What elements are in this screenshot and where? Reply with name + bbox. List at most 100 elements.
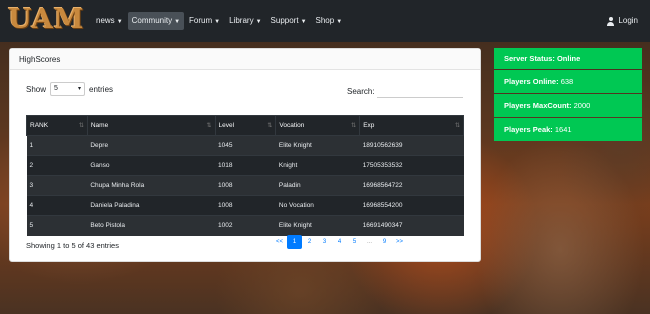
nav-item-community[interactable]: Community ▼ — [127, 12, 185, 30]
table-info: Showing 1 to 5 of 43 entries — [26, 241, 119, 250]
table-row: 5 Beto Pistola 1002 Elite Knight 1669149… — [26, 215, 464, 236]
page-button-1[interactable]: 1 — [287, 235, 302, 249]
column-label: RANK — [30, 122, 49, 129]
cell-rank: 3 — [26, 175, 88, 196]
column-label: Name — [90, 122, 109, 129]
players-peak-label: Players Peak: — [504, 125, 553, 134]
cell-level: 1018 — [215, 155, 276, 176]
cell-vocation: No Vocation — [275, 195, 360, 216]
players-online-label: Players Online: — [504, 77, 559, 86]
players-online-item: Players Online: 638 — [494, 70, 642, 93]
entries-control: Show 5 ▾ entries — [26, 82, 113, 96]
cell-exp: 16968564722 — [359, 175, 464, 196]
cell-level: 1008 — [215, 195, 276, 216]
cell-vocation: Paladin — [275, 175, 360, 196]
cell-vocation: Elite Knight — [275, 215, 360, 236]
cell-rank: 2 — [26, 155, 88, 176]
cell-level: 1045 — [215, 135, 276, 156]
highscores-table: RANK ⇅ Name ⇅ Level ⇅ Vocation ⇅ Exp ⇅ 1 Depr… — [26, 115, 464, 236]
status-value: Online — [556, 54, 581, 63]
cell-name[interactable]: Depre — [87, 135, 216, 156]
cell-rank: 5 — [26, 215, 88, 236]
cell-name[interactable]: Daniela Paladina — [87, 195, 216, 216]
search-label: Search: — [347, 86, 375, 96]
server-status-item: Server Status: Online — [494, 48, 642, 69]
entries-value: 5 — [54, 85, 58, 92]
cell-exp: 16968554200 — [359, 195, 464, 216]
chevron-down-icon: ▾ — [78, 86, 82, 92]
highscores-card: HighScores Show 5 ▾ entries Search: RANK… — [9, 48, 481, 262]
players-maxcount-item: Players MaxCount: 2000 — [494, 94, 642, 117]
cell-name[interactable]: Beto Pistola — [87, 215, 216, 236]
page-button-9[interactable]: 9 — [377, 235, 392, 249]
page-button-2[interactable]: 2 — [302, 235, 317, 249]
column-header-exp[interactable]: Exp ⇅ — [359, 115, 464, 136]
page-button-3[interactable]: 3 — [317, 235, 332, 249]
sort-icon: ⇅ — [206, 123, 212, 129]
page-last-button[interactable]: >> — [392, 235, 407, 249]
caret-down-icon: ▼ — [116, 19, 123, 25]
status-label: Server Status: — [504, 54, 555, 63]
sort-icon: ⇅ — [267, 123, 273, 129]
players-maxcount-value: 2000 — [573, 101, 591, 110]
server-status-panel: Server Status: Online Players Online: 63… — [494, 48, 642, 142]
cell-level: 1008 — [215, 175, 276, 196]
nav-label: Forum — [189, 16, 213, 25]
table-header-row: RANK ⇅ Name ⇅ Level ⇅ Vocation ⇅ Exp ⇅ — [26, 115, 464, 136]
sort-icon: ⇅ — [351, 123, 357, 129]
site-logo[interactable]: UAM — [8, 5, 85, 35]
column-header-rank[interactable]: RANK ⇅ — [26, 115, 88, 136]
cell-vocation: Elite Knight — [275, 135, 360, 156]
nav-label: Library — [229, 16, 254, 25]
column-label: Exp — [363, 122, 375, 129]
page-button-5[interactable]: 5 — [347, 235, 362, 249]
cell-vocation: Knight — [275, 155, 360, 176]
table-row: 1 Depre 1045 Elite Knight 18910562639 — [26, 135, 464, 156]
nav-item-support[interactable]: Support ▼ — [267, 12, 311, 30]
table-row: 3 Chupa Minha Rola 1008 Paladin 16968564… — [26, 175, 464, 196]
column-label: Level — [218, 122, 235, 129]
nav-label: Shop — [315, 16, 335, 25]
cell-name[interactable]: Chupa Minha Rola — [87, 175, 216, 196]
caret-down-icon: ▼ — [255, 19, 262, 25]
login-label: Login — [618, 16, 638, 25]
cell-rank: 1 — [26, 135, 88, 156]
nav-label: Support — [270, 16, 299, 25]
page-button-4[interactable]: 4 — [332, 235, 347, 249]
table-row: 4 Daniela Paladina 1008 No Vocation 1696… — [26, 195, 464, 216]
page-ellipsis: ... — [366, 239, 372, 245]
cell-name[interactable]: Ganso — [87, 155, 216, 176]
nav-item-library[interactable]: Library ▼ — [225, 12, 265, 30]
search-input[interactable] — [376, 84, 463, 98]
nav-label: news — [96, 16, 115, 25]
column-header-name[interactable]: Name ⇅ — [86, 115, 216, 136]
login-link[interactable]: Login — [606, 12, 638, 30]
nav-label: Community — [131, 16, 173, 25]
pagination: << 1 2 3 4 5 ... 9 >> — [272, 235, 407, 249]
search-control: Search: — [347, 84, 463, 98]
column-header-level[interactable]: Level ⇅ — [214, 115, 277, 136]
players-peak-value: 1641 — [554, 125, 572, 134]
nav-item-shop[interactable]: Shop ▼ — [312, 12, 347, 30]
cell-rank: 4 — [26, 195, 88, 216]
players-maxcount-label: Players MaxCount: — [504, 101, 572, 110]
players-peak-item: Players Peak: 1641 — [494, 118, 642, 141]
show-label: Show — [26, 84, 47, 94]
cell-exp: 18910562639 — [359, 135, 464, 156]
caret-down-icon: ▼ — [336, 19, 343, 25]
caret-down-icon: ▼ — [174, 19, 181, 25]
column-header-vocation[interactable]: Vocation ⇅ — [275, 115, 361, 136]
table-row: 2 Ganso 1018 Knight 17505353532 — [26, 155, 464, 176]
page-first-button[interactable]: << — [272, 235, 287, 249]
cell-level: 1002 — [215, 215, 276, 236]
sort-icon: ⇅ — [454, 123, 460, 129]
card-title: HighScores — [10, 49, 480, 70]
user-icon — [606, 16, 615, 26]
nav-item-news[interactable]: news ▼ — [92, 12, 127, 30]
cell-exp: 16691490347 — [359, 215, 464, 236]
entries-select[interactable]: 5 ▾ — [50, 82, 86, 96]
cell-exp: 17505353532 — [359, 155, 464, 176]
column-label: Vocation — [279, 122, 305, 129]
main-nav: news ▼ Community ▼ Forum ▼ Library ▼ Support… — [92, 12, 347, 30]
nav-item-forum[interactable]: Forum ▼ — [185, 12, 224, 30]
